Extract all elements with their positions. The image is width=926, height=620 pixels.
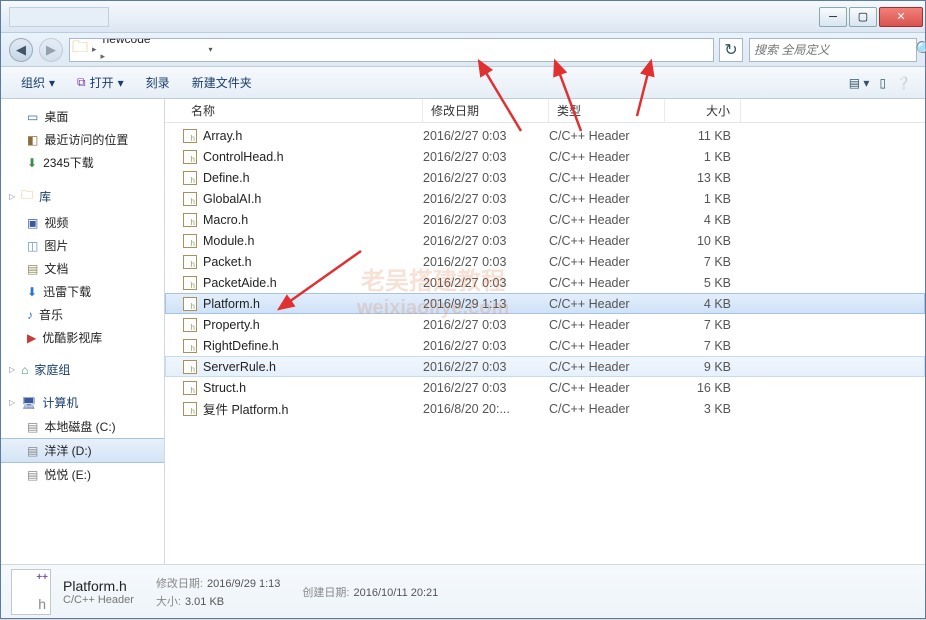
file-icon (183, 129, 197, 143)
col-size[interactable]: 大小 (665, 99, 741, 122)
sidebar-drive[interactable]: ▤本地磁盘 (C:) (1, 415, 164, 438)
nav-pane[interactable]: ▭桌面◧最近访问的位置⬇2345下载 ▷🗀库 ▣视频◫图片▤文档⬇迅雷下载♪音乐… (1, 99, 165, 564)
file-icon (183, 276, 197, 290)
file-row[interactable]: Property.h 2016/2/27 0:03 C/C++ Header 7… (165, 314, 925, 335)
col-name[interactable]: 名称 (183, 99, 423, 122)
search-box[interactable]: 🔍 (749, 38, 917, 62)
file-row[interactable]: ControlHead.h 2016/2/27 0:03 C/C++ Heade… (165, 146, 925, 167)
sidebar-computer-header[interactable]: ▷🖥计算机 (1, 390, 164, 415)
file-icon (183, 381, 197, 395)
titlebar: ─ ▢ ✕ (1, 1, 925, 33)
details-pane: Platform.h C/C++ Header 修改日期:2016/9/29 1… (1, 564, 925, 618)
sidebar-item[interactable]: ▣视频 (1, 211, 164, 234)
file-icon (183, 318, 197, 332)
sidebar-item[interactable]: ▭桌面 (1, 105, 164, 128)
help-button[interactable]: ❔ (892, 74, 915, 92)
file-row[interactable]: Module.h 2016/2/27 0:03 C/C++ Header 10 … (165, 230, 925, 251)
col-date[interactable]: 修改日期 (423, 99, 549, 122)
sidebar-item[interactable]: ♪音乐 (1, 303, 164, 326)
sidebar-item[interactable]: ⬇2345下载 (1, 151, 164, 174)
nav-back-button[interactable]: ◀ (9, 38, 33, 62)
search-icon[interactable]: 🔍 (915, 40, 926, 60)
sidebar-item[interactable]: ◫图片 (1, 234, 164, 257)
minimize-button[interactable]: ─ (819, 7, 847, 27)
sidebar-drive[interactable]: ▤洋洋 (D:) (1, 438, 164, 463)
maximize-button[interactable]: ▢ (849, 7, 877, 27)
file-icon (183, 360, 197, 374)
sidebar-item[interactable]: ▤文档 (1, 257, 164, 280)
file-row[interactable]: RightDefine.h 2016/2/27 0:03 C/C++ Heade… (165, 335, 925, 356)
refresh-button[interactable]: ↻ (719, 38, 743, 62)
breadcrumb-item[interactable]: newcode (99, 38, 203, 47)
preview-pane-button[interactable]: ▯ (875, 74, 890, 92)
breadcrumb-separator[interactable]: ▸ (99, 51, 108, 61)
file-icon (183, 234, 197, 248)
toolbar: 组织 ▾ ⧉打开 ▾ 刻录 新建文件夹 ▤ ▾ ▯ ❔ (1, 67, 925, 99)
col-type[interactable]: 类型 (549, 99, 665, 122)
open-button[interactable]: ⧉打开 ▾ (67, 72, 134, 93)
file-row[interactable]: Array.h 2016/2/27 0:03 C/C++ Header 11 K… (165, 125, 925, 146)
file-row[interactable]: Define.h 2016/2/27 0:03 C/C++ Header 13 … (165, 167, 925, 188)
search-input[interactable] (750, 43, 915, 57)
folder-icon: 🗀 (70, 38, 90, 62)
sidebar-drive[interactable]: ▤悦悦 (E:) (1, 463, 164, 486)
file-icon (183, 297, 197, 311)
file-row[interactable]: 复件 Platform.h 2016/8/20 20:... C/C++ Hea… (165, 398, 925, 419)
file-icon (183, 213, 197, 227)
sidebar-libraries-header[interactable]: ▷🗀库 (1, 182, 164, 211)
titlebar-icon (9, 7, 109, 27)
newfolder-button[interactable]: 新建文件夹 (182, 72, 262, 93)
file-row[interactable]: Platform.h 2016/9/29 1:13 C/C++ Header 4… (165, 293, 925, 314)
details-filetype: C/C++ Header (63, 594, 134, 606)
details-filename: Platform.h (63, 578, 134, 594)
close-button[interactable]: ✕ (879, 7, 923, 27)
details-file-icon (11, 569, 51, 615)
sidebar-item[interactable]: ▶优酷影视库 (1, 326, 164, 349)
file-icon (183, 402, 197, 416)
file-icon (183, 339, 197, 353)
burn-button[interactable]: 刻录 (136, 72, 180, 93)
file-row[interactable]: ServerRule.h 2016/2/27 0:03 C/C++ Header… (165, 356, 925, 377)
file-row[interactable]: PacketAide.h 2016/2/27 0:03 C/C++ Header… (165, 272, 925, 293)
file-icon (183, 171, 197, 185)
file-list-pane: 名称 修改日期 类型 大小 Array.h 2016/2/27 0:03 C/C… (165, 99, 925, 564)
sidebar-homegroup-header[interactable]: ▷⌂家庭组 (1, 357, 164, 382)
sidebar-item[interactable]: ◧最近访问的位置 (1, 128, 164, 151)
explorer-window: ─ ▢ ✕ ◀ ▶ 🗀 ▸ 网狐▸6701▸完整网狐三通源码▸newcode▸系… (0, 0, 926, 619)
address-bar[interactable]: 🗀 ▸ 网狐▸6701▸完整网狐三通源码▸newcode▸系统模块▸系统模块▸全… (69, 38, 714, 62)
file-icon (183, 192, 197, 206)
file-row[interactable]: Packet.h 2016/2/27 0:03 C/C++ Header 7 K… (165, 251, 925, 272)
file-icon (183, 255, 197, 269)
file-row[interactable]: Macro.h 2016/2/27 0:03 C/C++ Header 4 KB (165, 209, 925, 230)
file-row[interactable]: GlobalAI.h 2016/2/27 0:03 C/C++ Header 1… (165, 188, 925, 209)
file-list[interactable]: Array.h 2016/2/27 0:03 C/C++ Header 11 K… (165, 123, 925, 564)
sidebar-item[interactable]: ⬇迅雷下载 (1, 280, 164, 303)
file-icon (183, 150, 197, 164)
nav-forward-button[interactable]: ▶ (39, 38, 63, 62)
column-headers[interactable]: 名称 修改日期 类型 大小 (165, 99, 925, 123)
organize-button[interactable]: 组织 ▾ (11, 72, 65, 93)
address-row: ◀ ▶ 🗀 ▸ 网狐▸6701▸完整网狐三通源码▸newcode▸系统模块▸系统… (1, 33, 925, 67)
address-dropdown[interactable]: ▾ (203, 45, 219, 54)
view-options-button[interactable]: ▤ ▾ (845, 74, 874, 92)
file-row[interactable]: Struct.h 2016/2/27 0:03 C/C++ Header 16 … (165, 377, 925, 398)
